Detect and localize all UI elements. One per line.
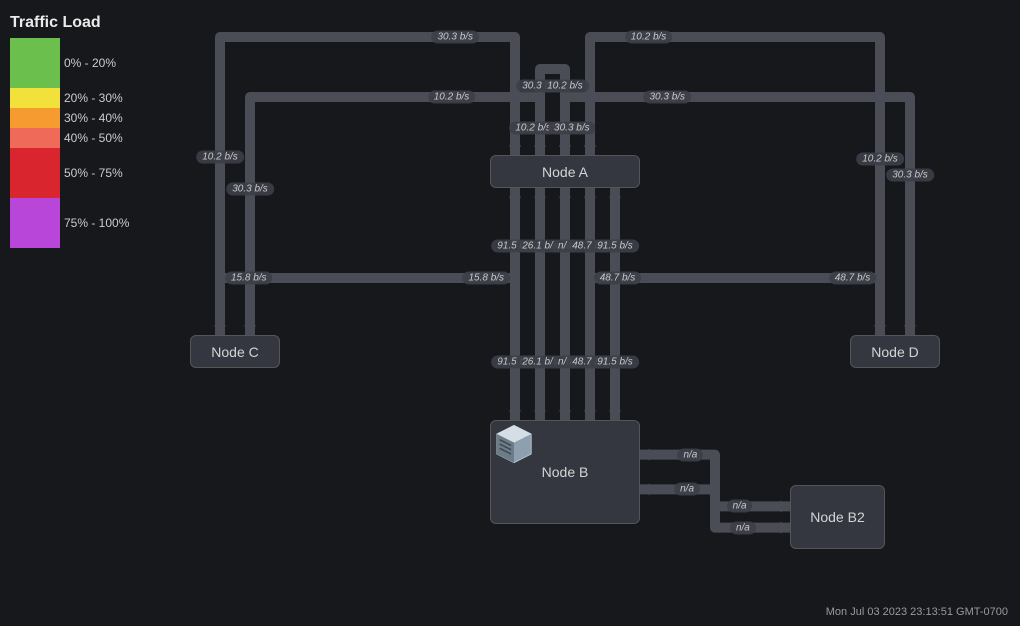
timestamp: Mon Jul 03 2023 23:13:51 GMT-0700 [826, 606, 1008, 618]
legend-band: 30% - 40% [10, 108, 129, 128]
legend-swatch [10, 148, 60, 198]
server-icon [491, 421, 537, 467]
legend-swatch [10, 128, 60, 148]
legend-swatch [10, 88, 60, 108]
link-path[interactable] [250, 97, 540, 335]
node-b[interactable]: Node B [490, 420, 640, 524]
legend-band: 75% - 100% [10, 198, 129, 248]
legend-band: 50% - 75% [10, 148, 129, 198]
legend-swatch [10, 198, 60, 248]
weathermap: Traffic Load 0% - 20% 20% - 30% 30% - 40% 4… [0, 0, 1020, 626]
link-path[interactable] [515, 128, 590, 155]
legend-band: 0% - 20% [10, 38, 129, 88]
legend-label: 40% - 50% [64, 131, 123, 145]
traffic-load-legend: Traffic Load 0% - 20% 20% - 30% 30% - 40% 4… [10, 14, 129, 248]
node-a[interactable]: Node A [490, 155, 640, 188]
legend-title: Traffic Load [10, 14, 129, 32]
link-path[interactable] [540, 69, 565, 155]
node-c[interactable]: Node C [190, 335, 280, 368]
legend-label: 20% - 30% [64, 91, 123, 105]
legend-label: 0% - 20% [64, 56, 116, 70]
legend-band: 40% - 50% [10, 128, 129, 148]
link-path[interactable] [590, 188, 880, 368]
legend-swatch [10, 38, 60, 88]
legend-swatch [10, 108, 60, 128]
link-path[interactable] [220, 37, 515, 335]
node-d[interactable]: Node D [850, 335, 940, 368]
legend-label: 75% - 100% [64, 216, 129, 230]
legend-band: 20% - 30% [10, 88, 129, 108]
legend-label: 50% - 75% [64, 166, 123, 180]
legend-label: 30% - 40% [64, 111, 123, 125]
node-b2[interactable]: Node B2 [790, 485, 885, 549]
